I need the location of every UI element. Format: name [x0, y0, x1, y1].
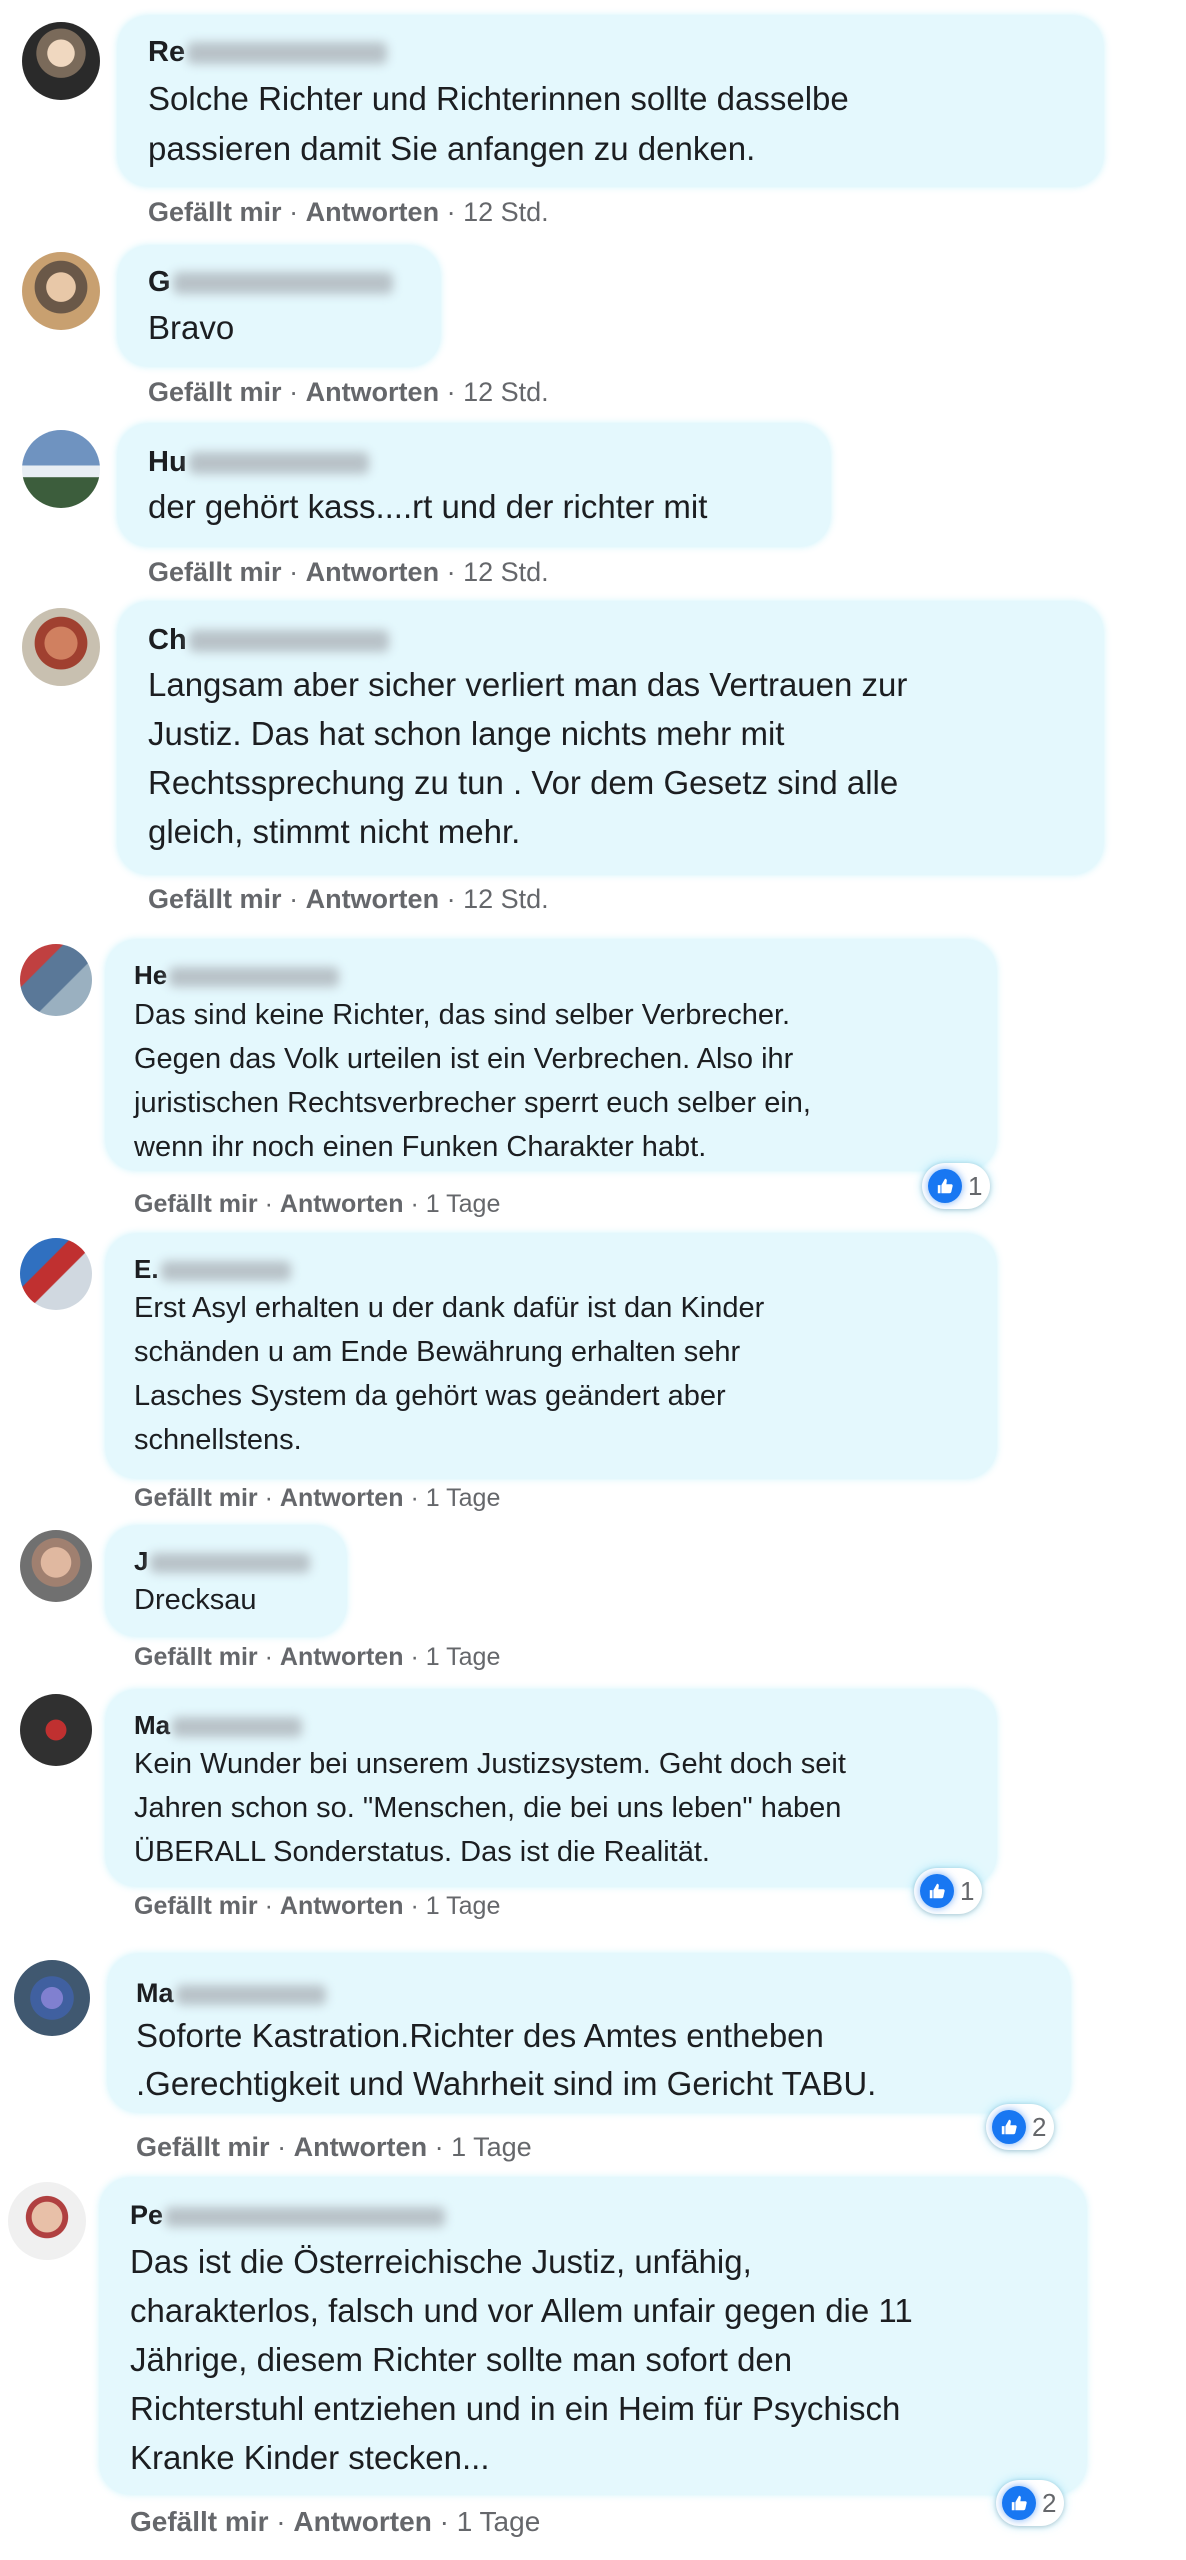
comment-time[interactable]: 12 Std.	[463, 557, 549, 587]
reply-link[interactable]: Antworten	[294, 2132, 427, 2162]
avatar[interactable]	[22, 252, 100, 330]
thumbs-up-icon	[928, 1169, 962, 1203]
comment-time[interactable]: 1 Tage	[426, 1892, 501, 1920]
reply-link[interactable]: Antworten	[280, 1892, 404, 1920]
comment-actions: Gefällt mir · Antworten · 1 Tage	[136, 2132, 532, 2162]
comment-actions: Gefällt mir · Antworten · 1 Tage	[134, 1643, 501, 1671]
comment-time[interactable]: 1 Tage	[451, 2132, 532, 2162]
comment-author[interactable]: Ch	[148, 624, 389, 657]
avatar[interactable]	[20, 1530, 92, 1602]
reaction-number: 1	[960, 1875, 975, 1906]
comment-time[interactable]: 12 Std.	[463, 377, 549, 407]
comment-text: Drecksau	[134, 1584, 257, 1616]
comment-time[interactable]: 12 Std.	[463, 884, 549, 914]
thumbs-up-icon	[992, 2110, 1026, 2144]
comment-actions: Gefällt mir · Antworten · 12 Std.	[148, 557, 549, 587]
comment-text: Bravo	[148, 309, 235, 346]
reaction-number: 2	[1032, 2111, 1047, 2142]
reaction-count[interactable]: 1	[914, 1868, 983, 1914]
like-link[interactable]: Gefällt mir	[134, 1484, 258, 1512]
comment-author[interactable]: Hu	[148, 446, 369, 479]
thumbs-up-icon	[920, 1874, 954, 1908]
comment-text: Das sind keine Richter, das sind selber …	[134, 999, 811, 1163]
like-link[interactable]: Gefällt mir	[148, 557, 282, 587]
like-link[interactable]: Gefällt mir	[148, 197, 282, 227]
comment-author[interactable]: J	[134, 1546, 311, 1577]
comment-text: Solche Richter und Richterinnen sollte d…	[148, 80, 849, 167]
avatar[interactable]	[8, 2182, 86, 2260]
comment-author[interactable]: Pe	[130, 2200, 446, 2231]
reply-link[interactable]: Antworten	[306, 377, 439, 407]
like-link[interactable]: Gefällt mir	[130, 2506, 268, 2537]
comment-actions: Gefällt mir · Antworten · 12 Std.	[148, 377, 549, 407]
reply-link[interactable]: Antworten	[306, 557, 439, 587]
comment-text: Soforte Kastration.Richter des Amtes ent…	[136, 2017, 877, 2102]
comment-actions: Gefällt mir · Antworten · 12 Std.	[148, 197, 549, 227]
like-link[interactable]: Gefällt mir	[148, 884, 282, 914]
comment-text: Erst Asyl erhalten u der dank dafür ist …	[134, 1292, 765, 1456]
comment-time[interactable]: 1 Tage	[426, 1190, 501, 1218]
reaction-count[interactable]: 2	[986, 2104, 1055, 2150]
reply-link[interactable]: Antworten	[280, 1643, 404, 1671]
comment-time[interactable]: 12 Std.	[463, 197, 549, 227]
comment-text: Das ist die Österreichische Justiz, unfä…	[130, 2243, 913, 2476]
comment-author[interactable]: E.	[134, 1254, 291, 1285]
avatar[interactable]	[20, 1238, 92, 1310]
avatar[interactable]	[20, 1694, 92, 1766]
avatar[interactable]	[20, 944, 92, 1016]
comment-time[interactable]: 1 Tage	[426, 1643, 501, 1671]
avatar[interactable]	[14, 1960, 90, 2036]
comment-author[interactable]: Re	[148, 36, 388, 69]
comment-text: der gehört kass....rt und der richter mi…	[148, 488, 708, 525]
comment-author[interactable]: Ma	[136, 1978, 326, 2009]
comment-author[interactable]: He	[134, 960, 340, 991]
like-link[interactable]: Gefällt mir	[134, 1643, 258, 1671]
comment-text: Kein Wunder bei unserem Justizsystem. Ge…	[134, 1748, 846, 1868]
comment-actions: Gefällt mir · Antworten · 1 Tage	[130, 2506, 541, 2537]
avatar[interactable]	[22, 608, 100, 686]
comment-actions: Gefällt mir · Antworten · 1 Tage	[134, 1190, 501, 1218]
like-link[interactable]: Gefällt mir	[134, 1892, 258, 1920]
avatar[interactable]	[22, 430, 100, 508]
comment-author[interactable]: Ma	[134, 1710, 303, 1741]
comment-text: Langsam aber sicher verliert man das Ver…	[148, 666, 908, 850]
like-link[interactable]: Gefällt mir	[134, 1190, 258, 1218]
thumbs-up-icon	[1002, 2486, 1036, 2520]
reply-link[interactable]: Antworten	[293, 2506, 431, 2537]
comment-time[interactable]: 1 Tage	[457, 2506, 541, 2537]
comment-actions: Gefällt mir · Antworten · 12 Std.	[148, 884, 549, 914]
reply-link[interactable]: Antworten	[280, 1484, 404, 1512]
reaction-number: 1	[968, 1170, 983, 1201]
comment-actions: Gefällt mir · Antworten · 1 Tage	[134, 1892, 501, 1920]
reaction-count[interactable]: 2	[996, 2480, 1065, 2526]
like-link[interactable]: Gefällt mir	[136, 2132, 270, 2162]
comment-author[interactable]: G	[148, 266, 393, 299]
reply-link[interactable]: Antworten	[280, 1190, 404, 1218]
reaction-number: 2	[1042, 2487, 1057, 2518]
reply-link[interactable]: Antworten	[306, 197, 439, 227]
reaction-count[interactable]: 1	[922, 1163, 991, 1209]
comment-actions: Gefällt mir · Antworten · 1 Tage	[134, 1484, 501, 1512]
avatar[interactable]	[22, 22, 100, 100]
like-link[interactable]: Gefällt mir	[148, 377, 282, 407]
comment-time[interactable]: 1 Tage	[426, 1484, 501, 1512]
reply-link[interactable]: Antworten	[306, 884, 439, 914]
